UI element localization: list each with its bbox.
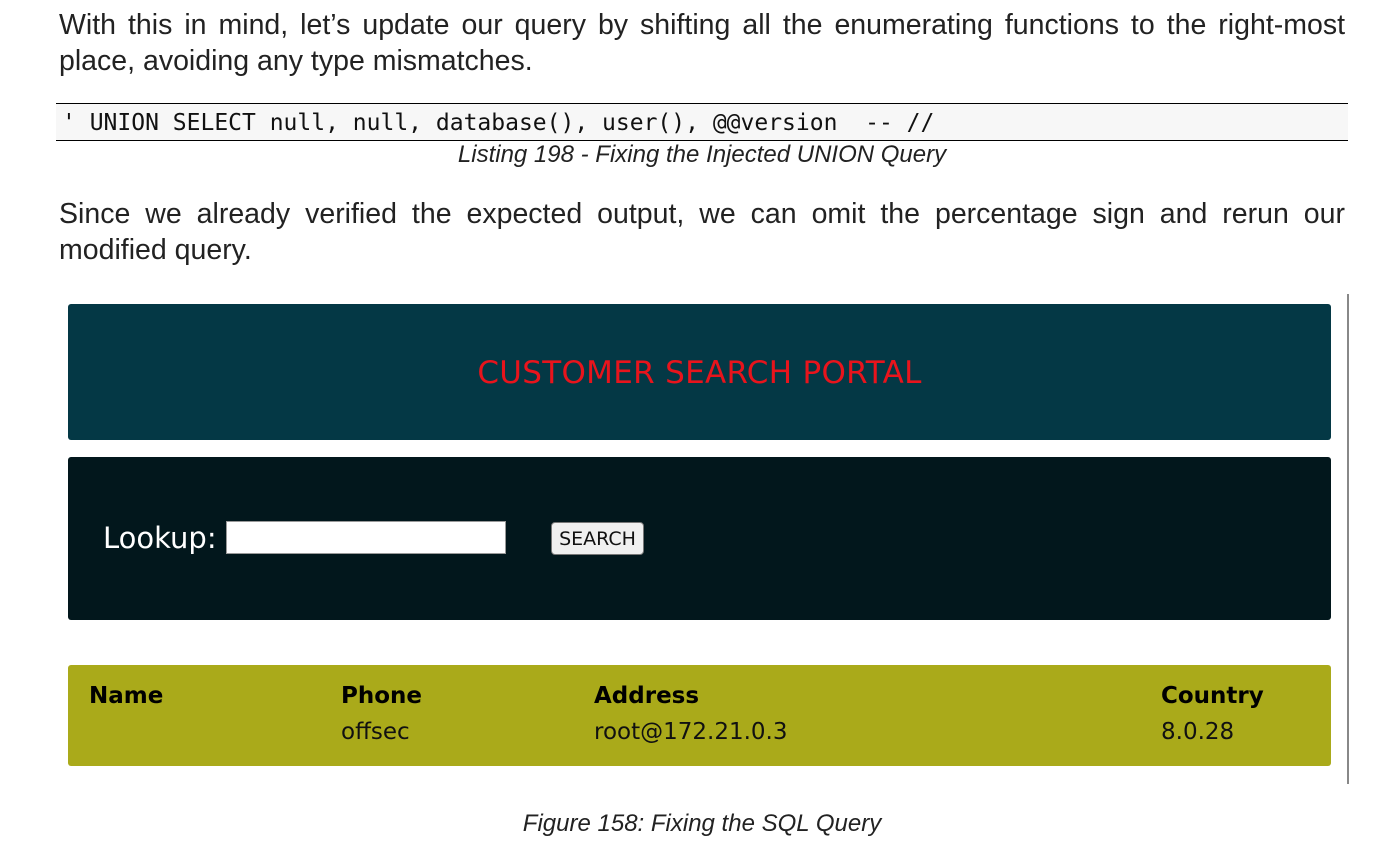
cell-country: 8.0.28 — [1161, 719, 1235, 745]
intro-paragraph: With this in mind, let’s update our quer… — [59, 9, 1345, 77]
figure-caption: Figure 158: Fixing the SQL Query — [522, 810, 882, 837]
column-header-country: Country — [1161, 683, 1264, 709]
search-panel: Lookup: SEARCH — [68, 457, 1331, 620]
lookup-input[interactable] — [226, 521, 506, 554]
portal-header: CUSTOMER SEARCH PORTAL — [68, 304, 1331, 440]
listing-code: ' UNION SELECT null, null, database(), u… — [62, 110, 935, 136]
code-listing: ' UNION SELECT null, null, database(), u… — [56, 103, 1348, 141]
portal-title: CUSTOMER SEARCH PORTAL — [477, 355, 922, 391]
followup-paragraph: Since we already verified the expected o… — [59, 198, 1345, 266]
cell-phone: offsec — [341, 719, 410, 745]
column-header-phone: Phone — [341, 683, 423, 709]
listing-caption: Listing 198 - Fixing the Injected UNION … — [457, 141, 947, 168]
search-button[interactable]: SEARCH — [551, 522, 644, 555]
column-header-address: Address — [594, 683, 700, 709]
cell-address: root@172.21.0.3 — [594, 719, 788, 745]
column-header-name: Name — [89, 683, 164, 709]
results-table: Name Phone Address Country offsec root@1… — [68, 665, 1331, 766]
lookup-label: Lookup: — [103, 521, 217, 555]
